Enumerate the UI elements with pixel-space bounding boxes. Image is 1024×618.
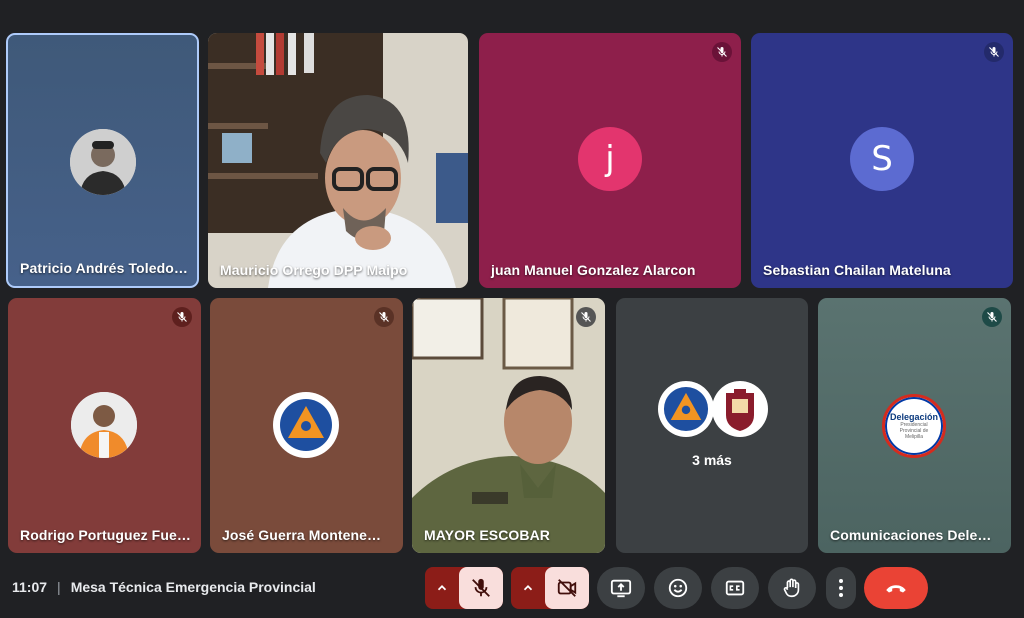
video-feed [208, 33, 468, 288]
meeting-title: Mesa Técnica Emergencia Provincial [70, 579, 316, 595]
participant-name: Rodrigo Portuguez Fue… [20, 527, 191, 543]
mic-toggle-button[interactable] [459, 567, 503, 609]
participant-name: MAYOR ESCOBAR [424, 527, 551, 543]
participant-name: juan Manuel Gonzalez Alarcon [491, 262, 696, 278]
mic-off-icon [984, 42, 1004, 62]
delegacion-logo-icon: Delegación Presidencial Provincial de Me… [882, 394, 946, 458]
mic-control-group [425, 567, 503, 609]
participant-tile-comunicaciones[interactable]: Delegación Presidencial Provincial de Me… [818, 298, 1011, 553]
municipal-crest-icon [712, 381, 768, 437]
camera-control-group [511, 567, 589, 609]
captions-icon [725, 580, 745, 596]
participant-tile-more[interactable]: 3 más [616, 298, 808, 553]
participant-name: Comunicaciones Dele… [830, 527, 992, 543]
avatar [70, 129, 136, 195]
more-vert-icon [839, 579, 843, 597]
emoji-icon [668, 578, 688, 598]
mic-off-icon [576, 307, 596, 327]
more-options-button[interactable] [826, 567, 856, 609]
participant-name: Patricio Andrés Toledo… [20, 260, 188, 276]
mic-off-icon [472, 578, 490, 597]
participant-name: Mauricio Orrego DPP Maipo [220, 262, 408, 278]
meeting-info: 11:07 | Mesa Técnica Emergencia Provinci… [12, 579, 316, 595]
avatar: S [850, 127, 914, 191]
video-feed [412, 298, 605, 553]
clock-time: 11:07 [12, 579, 48, 595]
separator: | [57, 579, 61, 595]
present-screen-button[interactable] [597, 567, 645, 609]
emergency-logo-icon [273, 392, 339, 458]
participant-tile-jose[interactable]: José Guerra Montene… [210, 298, 403, 553]
leave-call-button[interactable] [864, 567, 928, 609]
participant-tile-mayor-escobar[interactable]: MAYOR ESCOBAR [412, 298, 605, 553]
mic-options-button[interactable] [425, 567, 459, 609]
camera-toggle-button[interactable] [545, 567, 589, 609]
camera-options-button[interactable] [511, 567, 545, 609]
mic-off-icon [982, 307, 1002, 327]
more-participants-label: 3 más [692, 452, 732, 468]
avatar: j [578, 127, 642, 191]
participant-tile-rodrigo[interactable]: Rodrigo Portuguez Fue… [8, 298, 201, 553]
participant-tile-patricio[interactable]: Patricio Andrés Toledo… [6, 33, 199, 288]
hang-up-icon [886, 585, 906, 593]
camera-off-icon [557, 579, 577, 597]
present-screen-icon [610, 579, 632, 598]
participant-tile-mauricio[interactable]: Mauricio Orrego DPP Maipo [208, 33, 468, 288]
mic-off-icon [712, 42, 732, 62]
mic-off-icon [374, 307, 394, 327]
raise-hand-button[interactable] [768, 567, 816, 609]
chevron-up-icon [523, 585, 533, 591]
participant-tile-juan[interactable]: j juan Manuel Gonzalez Alarcon [479, 33, 741, 288]
mic-off-icon [172, 307, 192, 327]
raise-hand-icon [783, 578, 800, 598]
participant-tile-sebastian[interactable]: S Sebastian Chailan Mateluna [751, 33, 1013, 288]
chevron-up-icon [437, 585, 447, 591]
participant-name: José Guerra Montene… [222, 527, 382, 543]
reactions-button[interactable] [654, 567, 702, 609]
participant-name: Sebastian Chailan Mateluna [763, 262, 951, 278]
emergency-logo-icon [658, 381, 714, 437]
avatar [71, 392, 137, 458]
captions-button[interactable] [711, 567, 759, 609]
